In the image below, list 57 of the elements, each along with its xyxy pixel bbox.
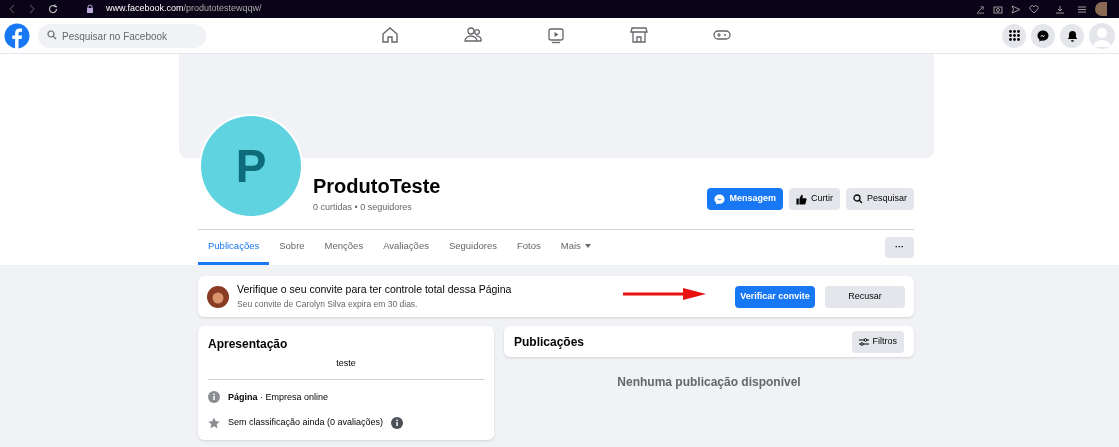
- facebook-logo[interactable]: [4, 22, 30, 49]
- star-icon: [208, 416, 220, 429]
- page-tab[interactable]: Fotos: [507, 230, 551, 265]
- page-tab[interactable]: Menções: [314, 230, 374, 265]
- video-icon[interactable]: [546, 25, 566, 45]
- intro-description: teste: [335, 357, 357, 370]
- settings-icon[interactable]: [1077, 4, 1087, 14]
- filters-button[interactable]: Filtros: [851, 330, 904, 353]
- page-tab[interactable]: Mais: [550, 230, 601, 265]
- page-tab[interactable]: Publicações: [198, 230, 270, 265]
- search-icon: [852, 194, 863, 204]
- posts-title: Publicações: [514, 333, 585, 351]
- avatar-icon: [207, 285, 229, 308]
- like-button[interactable]: Curtir: [788, 188, 840, 210]
- page-tab[interactable]: Avaliações: [373, 230, 439, 265]
- search-icon: [47, 29, 57, 40]
- page-tab[interactable]: Sobre: [269, 230, 315, 265]
- intro-title: Apresentação: [208, 336, 289, 353]
- empty-message: Nenhuma publicação disponível: [616, 374, 802, 391]
- profile-avatar[interactable]: [1095, 2, 1107, 16]
- profile-initial: P: [235, 143, 267, 189]
- info-icon: [208, 391, 220, 404]
- share-icon[interactable]: [976, 4, 985, 14]
- menu-icon: [1008, 30, 1020, 41]
- camera-icon[interactable]: [993, 4, 1003, 14]
- reload-icon[interactable]: [48, 4, 58, 14]
- invite-title: Verifique o seu convite para ter controle total dessa Página: [237, 282, 512, 298]
- search-button[interactable]: Pesquisar: [845, 188, 914, 210]
- intro-detail: Sem classificação ainda (0 avaliações): [228, 416, 384, 429]
- download-icon[interactable]: [1055, 4, 1065, 14]
- invite-subtitle: Seu convite de Carolyn Silva expira em 30 dias.: [237, 298, 419, 311]
- address-bar[interactable]: www.facebook.com/produtotestewqqw/: [106, 2, 262, 16]
- message-button[interactable]: Mensagem: [707, 188, 783, 210]
- page-stats: 0 curtidas • 0 seguidores: [313, 201, 413, 214]
- menu-button[interactable]: [1002, 23, 1026, 48]
- intro-detail: Página · Empresa online: [228, 390, 329, 404]
- more-button[interactable]: ···: [885, 237, 914, 258]
- profile-picture[interactable]: P: [199, 114, 303, 218]
- thumbs-up-icon: [795, 193, 807, 205]
- store-icon[interactable]: [629, 25, 649, 45]
- bell-icon: [1066, 29, 1078, 42]
- notifications-button[interactable]: [1060, 23, 1084, 48]
- send-icon[interactable]: [1011, 4, 1021, 14]
- heart-icon[interactable]: [1029, 4, 1039, 14]
- verify-invite-button[interactable]: Verificar convite: [735, 285, 815, 308]
- page-name: ProdutoTeste: [313, 174, 441, 199]
- lock-icon: [86, 4, 94, 14]
- home-icon[interactable]: [380, 25, 400, 45]
- info-icon: [391, 416, 404, 429]
- sliders-icon: [858, 337, 869, 346]
- friends-icon[interactable]: [463, 25, 483, 45]
- messenger-icon: [714, 193, 726, 205]
- messenger-icon: [1037, 29, 1049, 42]
- search-field[interactable]: Pesquisar no Facebook: [38, 24, 206, 49]
- page-tab[interactable]: Seguidores: [438, 230, 507, 265]
- decline-button[interactable]: Recusar: [825, 285, 905, 308]
- messenger-button[interactable]: [1031, 23, 1055, 48]
